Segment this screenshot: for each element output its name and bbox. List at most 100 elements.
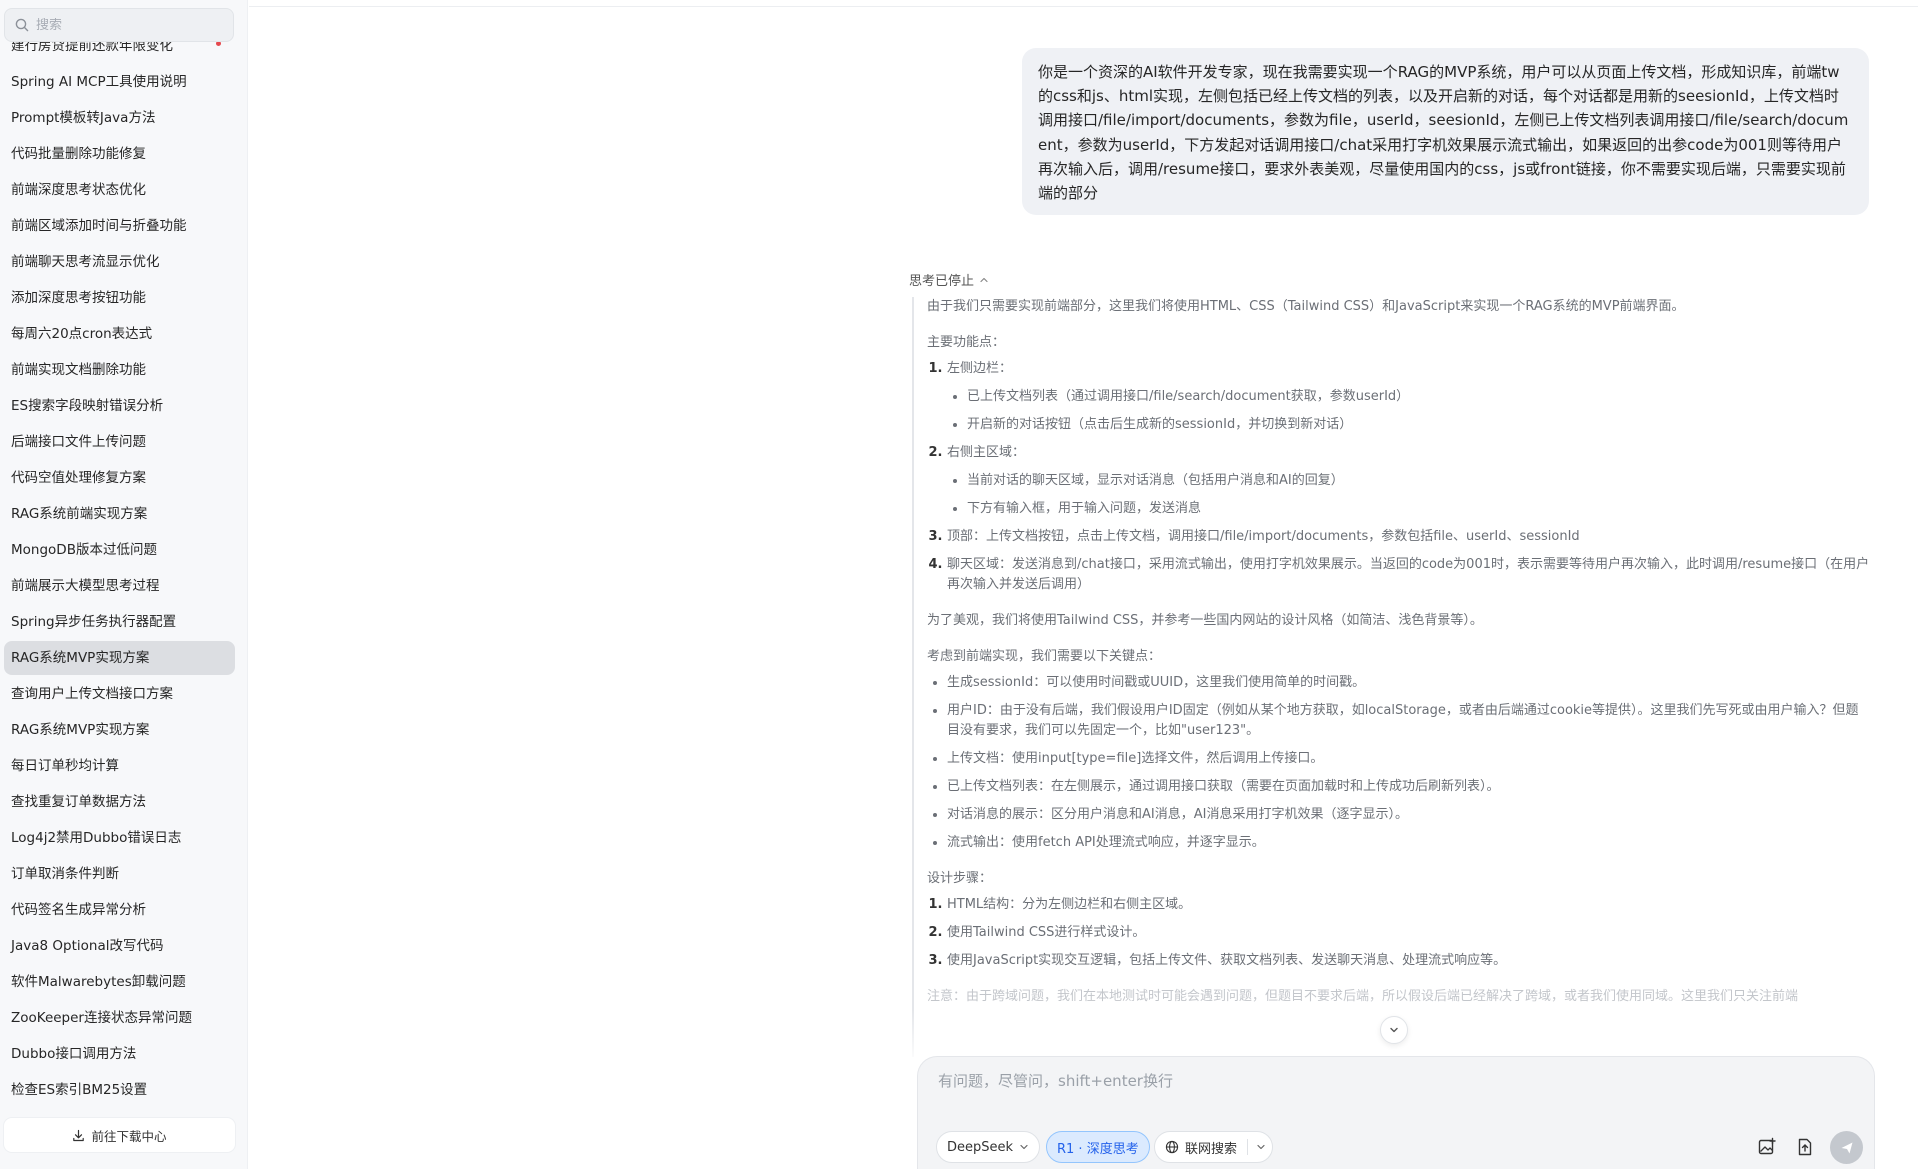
session-label: ZooKeeper连接状态异常问题	[11, 1010, 192, 1026]
model-select[interactable]: DeepSeek	[936, 1131, 1041, 1163]
scroll-to-bottom-button[interactable]	[1380, 1016, 1408, 1044]
chat-composer: DeepSeek R1 · 深度思考 联网搜索	[917, 1056, 1875, 1169]
sidebar-session-item[interactable]: Prompt模板转Java方法	[4, 101, 235, 135]
sidebar-session-item[interactable]: 代码签名生成异常分析	[4, 893, 235, 927]
session-label: 代码批量删除功能修复	[11, 146, 146, 162]
sidebar-session-item[interactable]: 代码批量删除功能修复	[4, 137, 235, 171]
sidebar-session-item[interactable]: RAG系统前端实现方案	[4, 497, 235, 531]
session-label: Spring AI MCP工具使用说明	[11, 74, 187, 90]
sidebar-session-item[interactable]: Log4j2禁用Dubbo错误日志	[4, 821, 235, 855]
session-label: RAG系统前端实现方案	[11, 506, 148, 522]
image-add-icon	[1758, 1137, 1776, 1155]
download-center-button[interactable]: 前往下载中心	[4, 1118, 235, 1152]
sidebar-session-item[interactable]: 查找重复订单数据方法	[4, 785, 235, 819]
step-item: 使用JavaScript实现交互逻辑，包括上传文件、获取文档列表、发送聊天消息、…	[947, 951, 1870, 971]
features-list: 左侧边栏： 已上传文档列表（通过调用接口/file/search/document…	[927, 359, 1870, 595]
sidebar-session-item[interactable]: 查询用户上传文档接口方案	[4, 677, 235, 711]
top-divider	[249, 6, 1918, 7]
user-message-text: 你是一个资深的AI软件开发专家，现在我需要实现一个RAG的MVP系统，用户可以从…	[1038, 63, 1849, 203]
deep-think-label: R1 · 深度思考	[1057, 1141, 1139, 1157]
sidebar-session-item[interactable]: 每周六20点cron表达式	[4, 317, 235, 351]
feature-sub-list: 已上传文档列表（通过调用接口/file/search/document获取，参数…	[947, 387, 1870, 435]
sidebar-session-item[interactable]: 软件Malwarebytes卸载问题	[4, 965, 235, 999]
upload-file-icon	[1798, 1138, 1812, 1156]
sidebar-session-item[interactable]: 前端实现文档删除功能	[4, 353, 235, 387]
feature-sub-item: 已上传文档列表（通过调用接口/file/search/document获取，参数…	[967, 387, 1870, 407]
sidebar-session-item[interactable]: Dubbo接口调用方法	[4, 1037, 235, 1071]
key-points-title: 考虑到前端实现，我们需要以下关键点：	[927, 649, 1162, 664]
session-label: 代码签名生成异常分析	[11, 902, 146, 918]
steps-list: HTML结构：分为左侧边栏和右侧主区域。使用Tailwind CSS进行样式设计…	[927, 895, 1870, 971]
session-label: 查找重复订单数据方法	[11, 794, 146, 810]
chip-divider	[1247, 1139, 1249, 1155]
sidebar-session-item[interactable]: 前端区域添加时间与折叠功能	[4, 209, 235, 243]
feature-item: 聊天区域：发送消息到/chat接口，采用流式输出，使用打字机效果展示。当返回的c…	[947, 555, 1870, 595]
sidebar-session-item[interactable]: Spring AI MCP工具使用说明	[4, 65, 235, 99]
file-upload-button[interactable]	[1791, 1133, 1819, 1161]
feature-text: 右侧主区域：	[947, 445, 1026, 460]
session-label: Spring异步任务执行器配置	[11, 614, 177, 630]
key-point-item: 上传文档：使用input[type=file]选择文件，然后调用上传接口。	[947, 749, 1870, 769]
sidebar-session-item[interactable]: 添加深度思考按钮功能	[4, 281, 235, 315]
thinking-toggle[interactable]: 思考已停止	[909, 270, 989, 289]
session-label: Dubbo接口调用方法	[11, 1046, 137, 1062]
session-label: 建行房贷提前还款年限变化	[11, 42, 173, 54]
session-label: 前端展示大模型思考过程	[11, 578, 160, 594]
session-label: 每周六20点cron表达式	[11, 326, 153, 342]
sidebar-session-item[interactable]: ES搜索字段映射错误分析	[4, 389, 235, 423]
sidebar-session-item[interactable]: RAG系统MVP实现方案	[4, 641, 235, 675]
session-label: 软件Malwarebytes卸载问题	[11, 974, 186, 990]
thinking-status-label: 思考已停止	[909, 274, 975, 289]
sidebar-session-item[interactable]: 每日订单秒均计算	[4, 749, 235, 783]
chevron-up-icon	[980, 277, 988, 282]
sidebar-session-item[interactable]: 前端聊天思考流显示优化	[4, 245, 235, 279]
session-label: 添加深度思考按钮功能	[11, 290, 146, 306]
chevron-down-icon	[1390, 1027, 1398, 1033]
chat-input[interactable]	[938, 1070, 1838, 1098]
globe-icon	[1165, 1140, 1179, 1154]
session-label: Log4j2禁用Dubbo错误日志	[11, 830, 182, 846]
sidebar-session-item[interactable]: 检查ES索引BM25设置	[4, 1073, 235, 1107]
send-arrow-icon	[1841, 1142, 1852, 1153]
web-search-toggle[interactable]: 联网搜索	[1154, 1131, 1274, 1163]
session-label: 检查ES索引BM25设置	[11, 1082, 148, 1098]
send-button[interactable]	[1830, 1131, 1863, 1164]
deep-think-toggle[interactable]: R1 · 深度思考	[1046, 1131, 1150, 1163]
key-point-item: 对话消息的展示：区分用户消息和AI消息，AI消息采用打字机效果（逐字显示）。	[947, 805, 1870, 825]
sidebar-session-item[interactable]: Java8 Optional改写代码	[4, 929, 235, 963]
sidebar-session-item[interactable]: 后端接口文件上传问题	[4, 425, 235, 459]
sidebar-session-item[interactable]: RAG系统MVP实现方案	[4, 713, 235, 747]
session-label: 前端深度思考状态优化	[11, 182, 146, 198]
session-label: 后端接口文件上传问题	[11, 434, 146, 450]
sidebar-session-item[interactable]: 代码空值处理修复方案	[4, 461, 235, 495]
search-box[interactable]	[4, 8, 234, 42]
sidebar-session-item[interactable]: MongoDB版本过低问题	[4, 533, 235, 567]
feature-text: 左侧边栏：	[947, 361, 1013, 376]
key-point-item: 生成sessionId：可以使用时间戳或UUID，这里我们使用简单的时间戳。	[947, 673, 1870, 693]
sidebar-session-item[interactable]: 前端深度思考状态优化	[4, 173, 235, 207]
web-search-label: 联网搜索	[1185, 1141, 1238, 1157]
key-point-item: 流式输出：使用fetch API处理流式响应，并逐字显示。	[947, 833, 1870, 853]
sidebar-session-item[interactable]: 建行房贷提前还款年限变化	[4, 42, 235, 63]
session-label: 前端聊天思考流显示优化	[11, 254, 160, 270]
session-label: Prompt模板转Java方法	[11, 110, 156, 126]
feature-item: 左侧边栏： 已上传文档列表（通过调用接口/file/search/document…	[947, 359, 1870, 435]
image-upload-button[interactable]	[1753, 1133, 1781, 1161]
session-label: 前端区域添加时间与折叠功能	[11, 218, 187, 234]
sidebar-session-item[interactable]: ZooKeeper连接状态异常问题	[4, 1001, 235, 1035]
chevron-down-icon[interactable]	[1254, 1140, 1268, 1154]
design-note: 为了美观，我们将使用Tailwind CSS，并参考一些国内网站的设计风格（如简…	[927, 613, 1483, 628]
session-label: 前端实现文档删除功能	[11, 362, 146, 378]
feature-item: 右侧主区域： 当前对话的聊天区域，显示对话消息（包括用户消息和AI的回复） 下方有输…	[947, 443, 1870, 519]
search-icon	[15, 18, 29, 32]
chevron-down-icon	[1020, 1144, 1028, 1150]
sidebar-session-item[interactable]: 前端展示大模型思考过程	[4, 569, 235, 603]
feature-sub-item: 下方有输入框，用于输入问题，发送消息	[967, 499, 1870, 519]
sidebar-session-item[interactable]: Spring异步任务执行器配置	[4, 605, 235, 639]
key-point-item: 已上传文档列表：在左侧展示，通过调用接口获取（需要在页面加载时和上传成功后刷新列…	[947, 777, 1870, 797]
search-input[interactable]	[36, 17, 216, 33]
sidebar-session-item[interactable]: 订单取消条件判断	[4, 857, 235, 891]
download-icon	[73, 1129, 85, 1141]
sidebar: 建行房贷提前还款年限变化 Spring AI MCP工具使用说明 Prompt模板转…	[0, 0, 248, 1169]
faded-note: 注意：由于跨域问题，我们在本地测试时可能会遇到问题，但题目不要求后端，所以假设后…	[927, 989, 1799, 1004]
